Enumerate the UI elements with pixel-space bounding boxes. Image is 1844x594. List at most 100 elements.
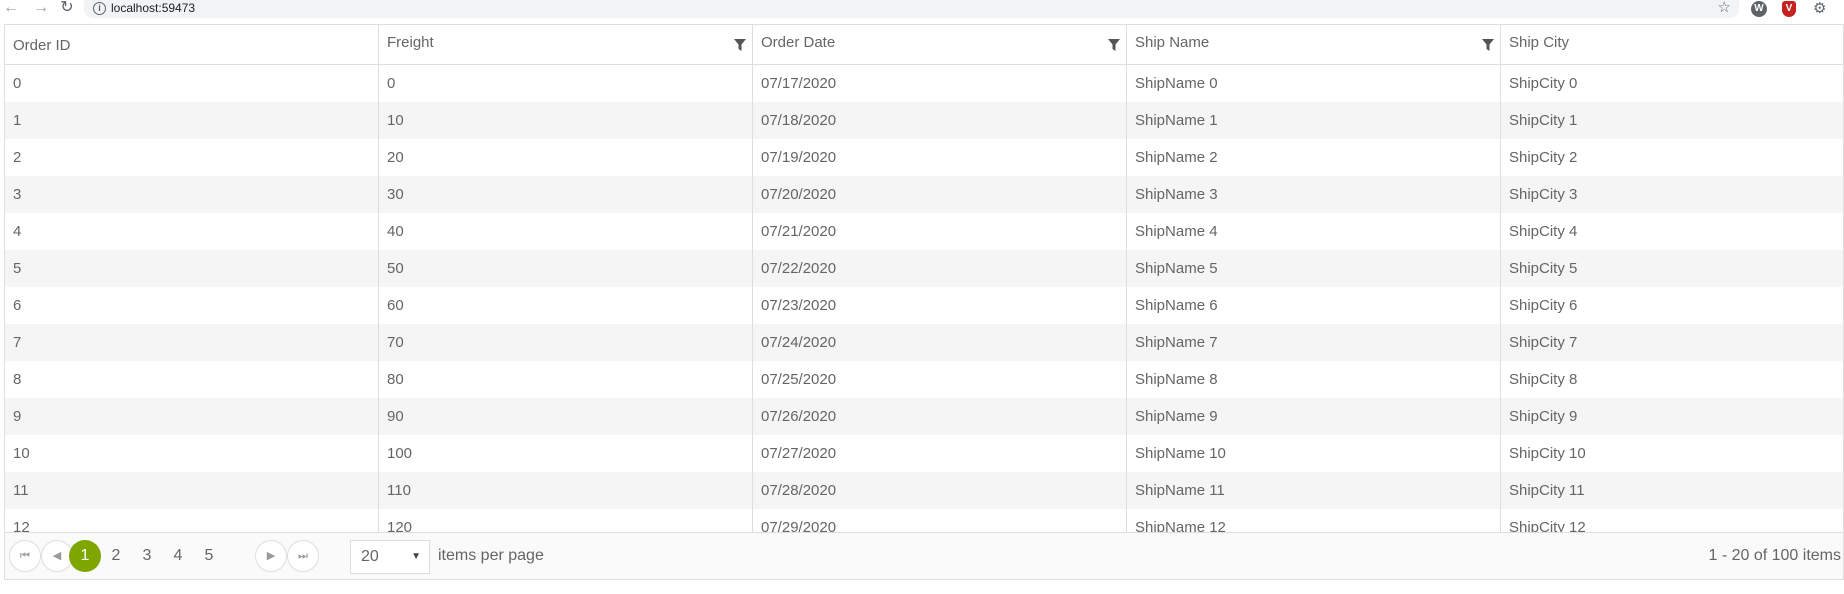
table-row[interactable]: 10 100 07/27/2020 ShipName 10 ShipCity 10 <box>5 435 1843 472</box>
table-cell[interactable]: 8 <box>5 361 379 398</box>
table-cell[interactable]: ShipName 8 <box>1127 361 1501 398</box>
table-cell[interactable]: ShipName 4 <box>1127 213 1501 250</box>
table-row[interactable]: 9 90 07/26/2020 ShipName 9 ShipCity 9 <box>5 398 1843 435</box>
table-cell[interactable]: ShipCity 6 <box>1501 287 1843 324</box>
table-cell[interactable]: 80 <box>379 361 753 398</box>
last-page-button[interactable]: ⏭ <box>287 540 319 572</box>
table-cell[interactable]: 07/19/2020 <box>753 139 1127 176</box>
table-cell[interactable]: ShipName 1 <box>1127 102 1501 139</box>
table-cell[interactable]: ShipName 7 <box>1127 324 1501 361</box>
wordpress-extension-icon[interactable]: W <box>1751 1 1767 17</box>
first-page-button[interactable]: ⏮ <box>9 540 41 572</box>
table-cell[interactable]: ShipName 11 <box>1127 472 1501 509</box>
filter-icon[interactable] <box>1482 39 1494 51</box>
page-number-4[interactable]: 4 <box>162 540 194 572</box>
table-cell[interactable]: 40 <box>379 213 753 250</box>
page-number-1[interactable]: 1 <box>69 540 101 572</box>
table-cell[interactable]: 07/18/2020 <box>753 102 1127 139</box>
table-cell[interactable]: 90 <box>379 398 753 435</box>
table-cell[interactable]: 12 <box>5 509 379 532</box>
table-cell[interactable]: 07/24/2020 <box>753 324 1127 361</box>
page-number-3[interactable]: 3 <box>131 540 163 572</box>
table-cell[interactable]: ShipCity 10 <box>1501 435 1843 472</box>
table-cell[interactable]: ShipName 6 <box>1127 287 1501 324</box>
table-row[interactable]: 0 0 07/17/2020 ShipName 0 ShipCity 0 <box>5 65 1843 102</box>
table-cell[interactable]: 07/21/2020 <box>753 213 1127 250</box>
bookmark-star-icon[interactable]: ☆ <box>1718 0 1731 16</box>
table-cell[interactable]: ShipCity 7 <box>1501 324 1843 361</box>
table-cell[interactable]: 1 <box>5 102 379 139</box>
table-cell[interactable]: ShipCity 8 <box>1501 361 1843 398</box>
table-cell[interactable]: 0 <box>379 65 753 102</box>
column-header-order-date[interactable]: Order Date <box>753 25 1127 64</box>
forward-arrow-icon[interactable]: → <box>30 0 52 18</box>
table-cell[interactable]: ShipName 12 <box>1127 509 1501 532</box>
table-cell[interactable]: ShipName 0 <box>1127 65 1501 102</box>
table-cell[interactable]: 07/26/2020 <box>753 398 1127 435</box>
table-cell[interactable]: 11 <box>5 472 379 509</box>
page-number-5[interactable]: 5 <box>193 540 225 572</box>
table-cell[interactable]: ShipCity 9 <box>1501 398 1843 435</box>
table-cell[interactable]: 07/23/2020 <box>753 287 1127 324</box>
table-cell[interactable]: 7 <box>5 324 379 361</box>
table-row[interactable]: 7 70 07/24/2020 ShipName 7 ShipCity 7 <box>5 324 1843 361</box>
table-cell[interactable]: 100 <box>379 435 753 472</box>
table-cell[interactable]: ShipName 2 <box>1127 139 1501 176</box>
table-row[interactable]: 1 10 07/18/2020 ShipName 1 ShipCity 1 <box>5 102 1843 139</box>
url-text[interactable]: localhost:59473 <box>111 1 195 15</box>
table-cell[interactable]: 2 <box>5 139 379 176</box>
table-cell[interactable]: 07/25/2020 <box>753 361 1127 398</box>
column-header-ship-city[interactable]: Ship City <box>1501 25 1843 64</box>
table-cell[interactable]: 10 <box>5 435 379 472</box>
table-cell[interactable]: 6 <box>5 287 379 324</box>
info-icon[interactable]: i <box>93 2 106 15</box>
address-bar[interactable]: i localhost:59473 ☆ <box>84 0 1739 18</box>
table-cell[interactable]: ShipName 3 <box>1127 176 1501 213</box>
table-cell[interactable]: 120 <box>379 509 753 532</box>
page-number-2[interactable]: 2 <box>100 540 132 572</box>
table-row[interactable]: 6 60 07/23/2020 ShipName 6 ShipCity 6 <box>5 287 1843 324</box>
page-size-dropdown[interactable]: 20 ▼ <box>350 540 430 574</box>
back-arrow-icon[interactable]: ← <box>0 0 22 18</box>
table-cell[interactable]: 60 <box>379 287 753 324</box>
table-row[interactable]: 4 40 07/21/2020 ShipName 4 ShipCity 4 <box>5 213 1843 250</box>
column-header-ship-name[interactable]: Ship Name <box>1127 25 1501 64</box>
column-header-freight[interactable]: Freight <box>379 25 753 64</box>
table-cell[interactable]: 20 <box>379 139 753 176</box>
table-cell[interactable]: 3 <box>5 176 379 213</box>
table-cell[interactable]: 07/27/2020 <box>753 435 1127 472</box>
vivaldi-extension-icon[interactable]: V <box>1782 1 1796 17</box>
table-cell[interactable]: 10 <box>379 102 753 139</box>
table-cell[interactable]: 50 <box>379 250 753 287</box>
table-row[interactable]: 3 30 07/20/2020 ShipName 3 ShipCity 3 <box>5 176 1843 213</box>
table-cell[interactable]: ShipCity 12 <box>1501 509 1843 532</box>
table-cell[interactable]: ShipCity 4 <box>1501 213 1843 250</box>
table-row[interactable]: 2 20 07/19/2020 ShipName 2 ShipCity 2 <box>5 139 1843 176</box>
table-row[interactable]: 11 110 07/28/2020 ShipName 11 ShipCity 11 <box>5 472 1843 509</box>
table-cell[interactable]: 4 <box>5 213 379 250</box>
table-cell[interactable]: ShipCity 0 <box>1501 65 1843 102</box>
extensions-puzzle-icon[interactable]: ⚙ <box>1813 1 1829 17</box>
table-cell[interactable]: 9 <box>5 398 379 435</box>
table-cell[interactable]: ShipCity 5 <box>1501 250 1843 287</box>
table-row[interactable]: 8 80 07/25/2020 ShipName 8 ShipCity 8 <box>5 361 1843 398</box>
table-cell[interactable]: 5 <box>5 250 379 287</box>
table-cell[interactable]: 70 <box>379 324 753 361</box>
filter-icon[interactable] <box>1108 39 1120 51</box>
table-cell[interactable]: 07/29/2020 <box>753 509 1127 532</box>
filter-icon[interactable] <box>734 39 746 51</box>
table-cell[interactable]: ShipCity 2 <box>1501 139 1843 176</box>
table-cell[interactable]: 0 <box>5 65 379 102</box>
table-row[interactable]: 12 120 07/29/2020 ShipName 12 ShipCity 12 <box>5 509 1843 532</box>
table-cell[interactable]: ShipCity 3 <box>1501 176 1843 213</box>
table-cell[interactable]: ShipCity 1 <box>1501 102 1843 139</box>
table-cell[interactable]: 07/28/2020 <box>753 472 1127 509</box>
table-cell[interactable]: ShipCity 11 <box>1501 472 1843 509</box>
table-cell[interactable]: 07/22/2020 <box>753 250 1127 287</box>
table-cell[interactable]: ShipName 9 <box>1127 398 1501 435</box>
table-cell[interactable]: 07/17/2020 <box>753 65 1127 102</box>
table-cell[interactable]: 07/20/2020 <box>753 176 1127 213</box>
table-cell[interactable]: ShipName 10 <box>1127 435 1501 472</box>
table-row[interactable]: 5 50 07/22/2020 ShipName 5 ShipCity 5 <box>5 250 1843 287</box>
next-page-button[interactable]: ▶ <box>255 540 287 572</box>
